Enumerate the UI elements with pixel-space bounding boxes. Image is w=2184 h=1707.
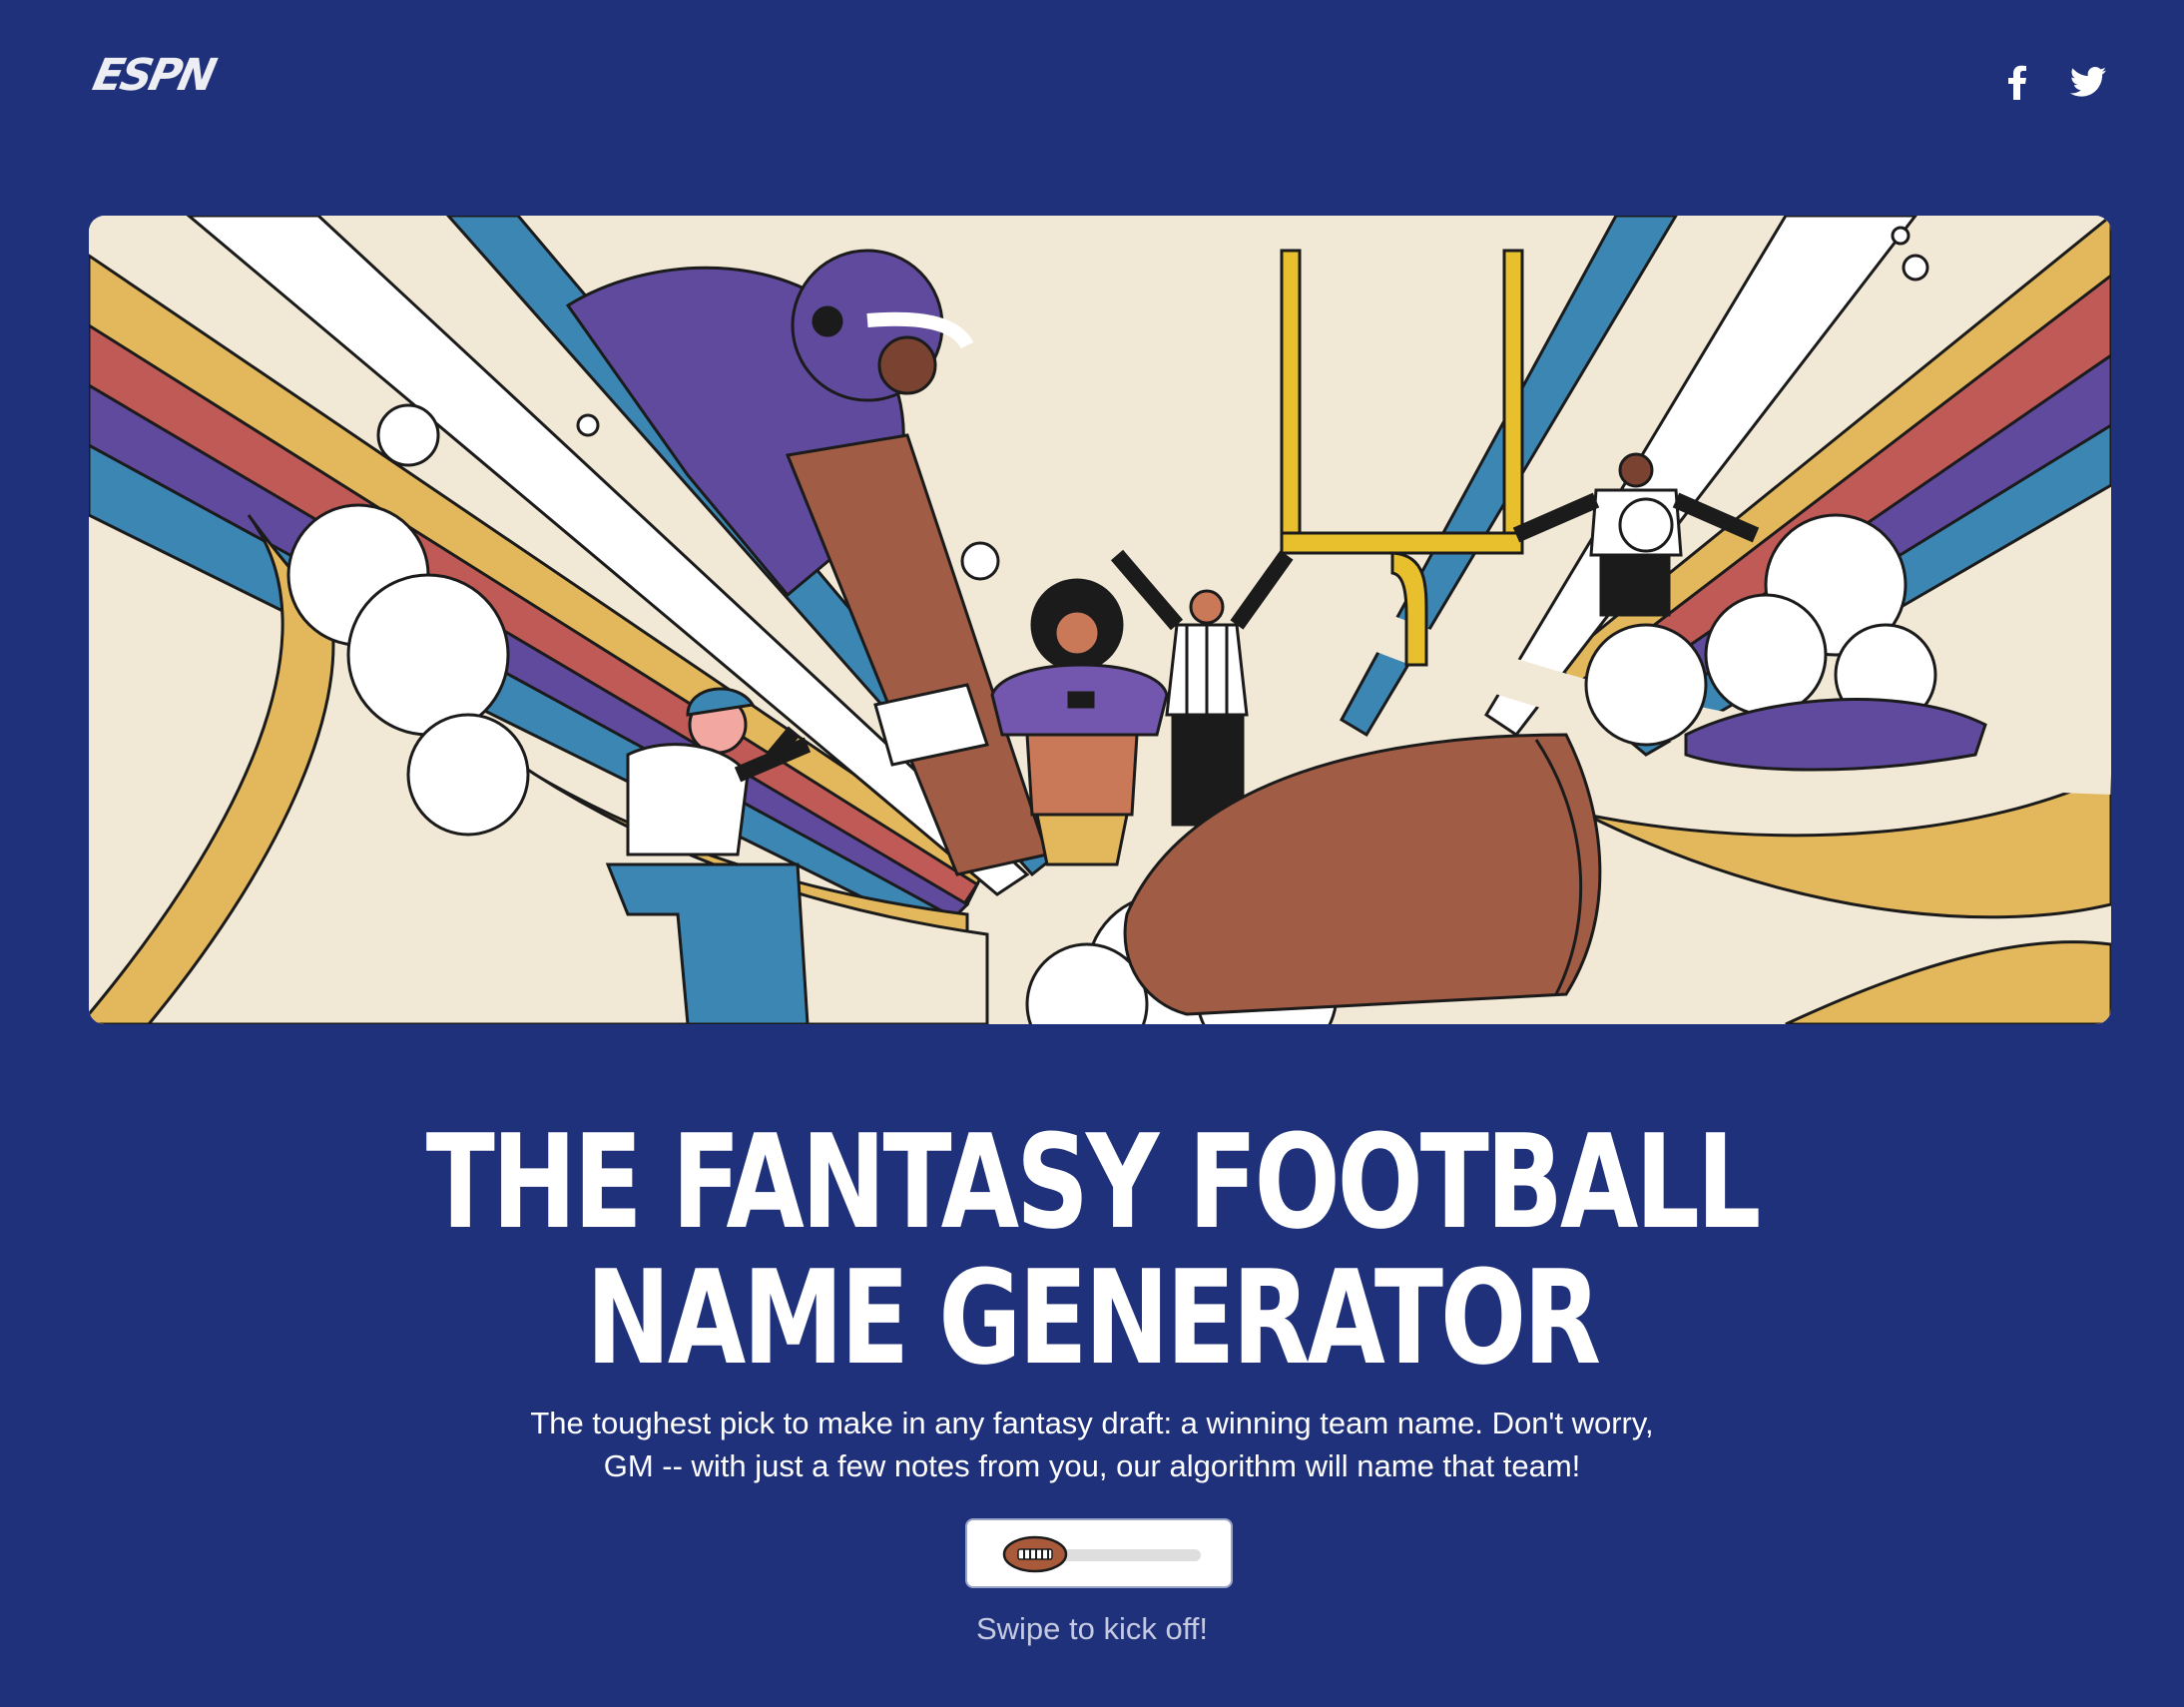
twitter-icon[interactable] (2068, 62, 2108, 102)
title-line-2: NAME GENERATOR (586, 1242, 1601, 1394)
page-subtitle: The toughest pick to make in any fantasy… (530, 1406, 1654, 1483)
title-line-1: THE FANTASY FOOTBALL (425, 1106, 1762, 1258)
espn-logo[interactable]: ESPN (89, 50, 231, 101)
social-links (1998, 62, 2108, 102)
kickoff-slider[interactable] (965, 1518, 1233, 1588)
page-title: THE FANTASY FOOTBALL NAME GENERATOR (241, 1114, 1944, 1386)
swipe-hint: Swipe to kick off! (975, 1611, 1209, 1646)
facebook-icon[interactable] (1998, 62, 2038, 102)
header: ESPN (0, 0, 2184, 160)
hero-illustration (89, 216, 2111, 1024)
football-icon[interactable] (1001, 1534, 1069, 1574)
hero-artwork (89, 216, 2111, 1024)
